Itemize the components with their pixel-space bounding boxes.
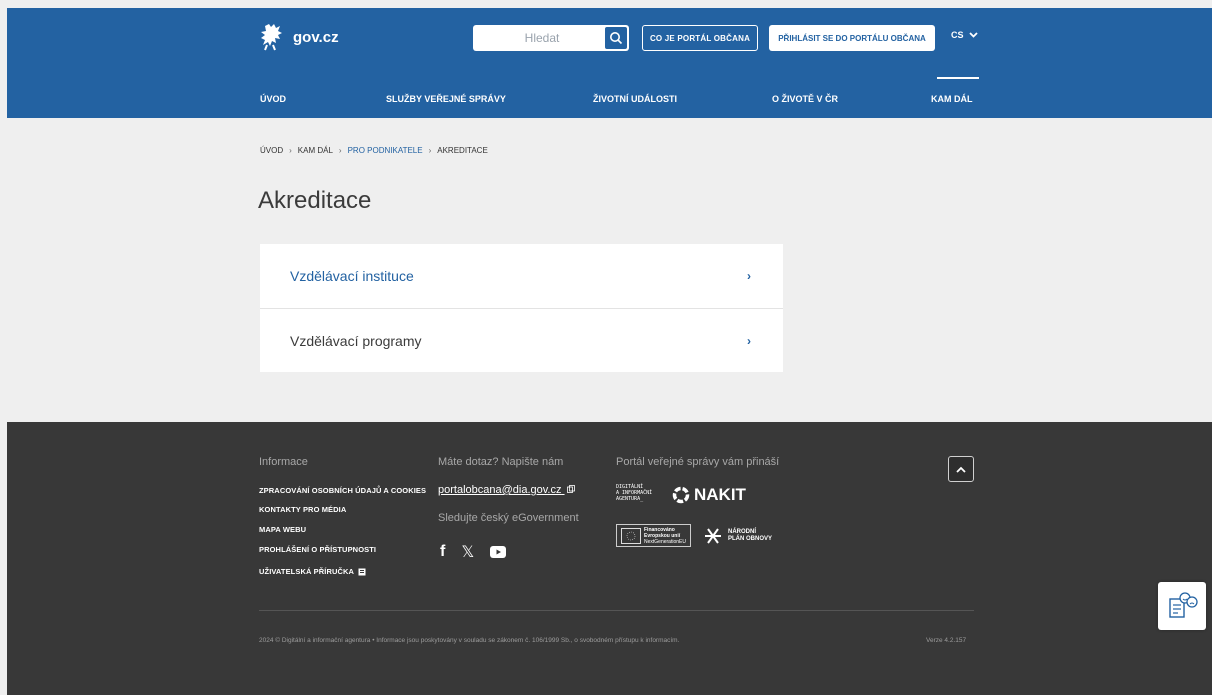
breadcrumb-separator: ›	[338, 146, 342, 155]
footer-link-sitemap[interactable]: MAPA WEBU	[259, 525, 306, 534]
lion-icon	[261, 24, 282, 51]
npo-logo-line: PLÁN OBNOVY	[728, 536, 773, 542]
nav-item-sluzby[interactable]: SLUŽBY VEŘEJNÉ SPRÁVY	[386, 94, 506, 104]
breadcrumb-item[interactable]: KAM DÁL	[298, 146, 333, 155]
site-footer: Informace ZPRACOVÁNÍ OSOBNÍCH ÚDAJŮ A CO…	[7, 422, 1212, 695]
footer-info-heading: Informace	[259, 456, 308, 468]
footer-divider	[259, 610, 974, 611]
language-code: CS	[951, 30, 964, 40]
list-item[interactable]: Vzdělávací programy ›	[260, 308, 783, 372]
copyright-text: 2024 © Digitální a informační agentura •…	[259, 637, 680, 644]
brand-logo[interactable]: gov.cz	[259, 23, 339, 51]
chevron-down-icon	[968, 32, 978, 38]
search-box	[473, 25, 629, 51]
footer-question-heading: Máte dotaz? Napište nám	[438, 456, 564, 468]
copy-icon[interactable]	[566, 485, 575, 493]
dia-logo[interactable]: DIGITÁLNÍ A INFORMAČNÍ AGENTURA_	[616, 484, 652, 502]
search-icon	[610, 32, 623, 45]
facebook-icon[interactable]: f	[440, 543, 445, 561]
footer-link-privacy[interactable]: ZPRACOVÁNÍ OSOBNÍCH ÚDAJŮ A COOKIES	[259, 486, 426, 495]
eu-funding-logo[interactable]: Financováno Evropskou unií NextGeneratio…	[616, 524, 691, 547]
breadcrumb-separator: ›	[289, 146, 292, 155]
footer-email-link[interactable]: portalobcana@dia.gov.cz	[438, 484, 575, 496]
breadcrumb-current: AKREDITACE	[437, 146, 488, 155]
chevron-right-icon: ›	[747, 269, 751, 283]
breadcrumb: ÚVOD › KAM DÁL › PRO PODNIKATELE › AKRED…	[260, 146, 488, 155]
footer-link-accessibility[interactable]: PROHLÁŠENÍ O PŘÍSTUPNOSTI	[259, 545, 376, 554]
eu-logo-line: Evropskou unií	[644, 532, 681, 539]
brand-name: gov.cz	[293, 28, 339, 46]
footer-portal-heading: Portál veřejné správy vám přináší	[616, 456, 780, 468]
npo-star-icon	[705, 528, 721, 544]
nav-item-uvod[interactable]: ÚVOD	[260, 94, 286, 104]
chevron-up-icon	[956, 466, 966, 473]
eu-logo-line: NextGenerationEU	[644, 538, 686, 545]
about-portal-button[interactable]: CO JE PORTÁL OBČANA	[642, 25, 758, 51]
nakit-logo-text: NAKIT	[694, 485, 746, 504]
breadcrumb-separator: ›	[428, 146, 432, 155]
page-title: Akreditace	[258, 187, 372, 214]
social-links: f 𝕏	[440, 542, 507, 562]
nav-item-zivotni-udalosti[interactable]: ŽIVOTNÍ UDÁLOSTI	[593, 94, 677, 104]
feedback-button[interactable]	[1158, 582, 1206, 630]
eu-flag-icon	[621, 527, 641, 544]
list-item-label: Vzdělávací programy	[290, 332, 422, 349]
dia-logo-line: AGENTURA_	[616, 496, 644, 502]
footer-link-media[interactable]: KONTAKTY PRO MÉDIA	[259, 505, 346, 514]
npo-logo-line: NÁRODNÍ	[728, 529, 756, 535]
nav-item-o-zivote[interactable]: O ŽIVOTĚ V ČR	[772, 94, 838, 104]
search-button[interactable]	[605, 27, 627, 49]
footer-follow-heading: Sledujte český eGovernment	[438, 512, 579, 524]
list-item[interactable]: Vzdělávací instituce ›	[260, 244, 783, 308]
site-header: gov.cz CO JE PORTÁL OBČANA PŘIHLÁSIT SE …	[7, 8, 1212, 118]
search-input[interactable]	[473, 25, 601, 51]
nakit-logo[interactable]: NAKIT	[672, 485, 746, 505]
nav-active-indicator	[937, 77, 979, 79]
feedback-icon	[1169, 592, 1198, 618]
youtube-icon[interactable]	[490, 546, 507, 558]
npo-logo[interactable]: NÁRODNÍ PLÁN OBNOVY	[704, 527, 772, 545]
email-text: portalobcana@dia.gov.cz	[438, 484, 562, 496]
language-selector[interactable]: CS	[951, 30, 978, 40]
footer-link-manual[interactable]: UŽIVATELSKÁ PŘÍRUČKA	[259, 567, 366, 576]
list-item-label: Vzdělávací instituce	[290, 268, 414, 284]
x-twitter-icon[interactable]: 𝕏	[461, 542, 474, 562]
nav-item-kam-dal[interactable]: KAM DÁL	[931, 94, 973, 104]
breadcrumb-item[interactable]: PRO PODNIKATELE	[348, 146, 423, 155]
footer-link-manual-label: UŽIVATELSKÁ PŘÍRUČKA	[259, 567, 355, 576]
chevron-right-icon: ›	[747, 333, 751, 348]
version-text: Verze 4.2.157	[926, 637, 967, 644]
link-list: Vzdělávací instituce › Vzdělávací progra…	[260, 244, 783, 372]
external-file-icon	[358, 568, 366, 575]
nakit-ring-icon	[672, 486, 690, 504]
scroll-to-top-button[interactable]	[948, 456, 974, 482]
breadcrumb-item[interactable]: ÚVOD	[260, 146, 283, 155]
login-button[interactable]: PŘIHLÁSIT SE DO PORTÁLU OBČANA	[769, 25, 935, 51]
